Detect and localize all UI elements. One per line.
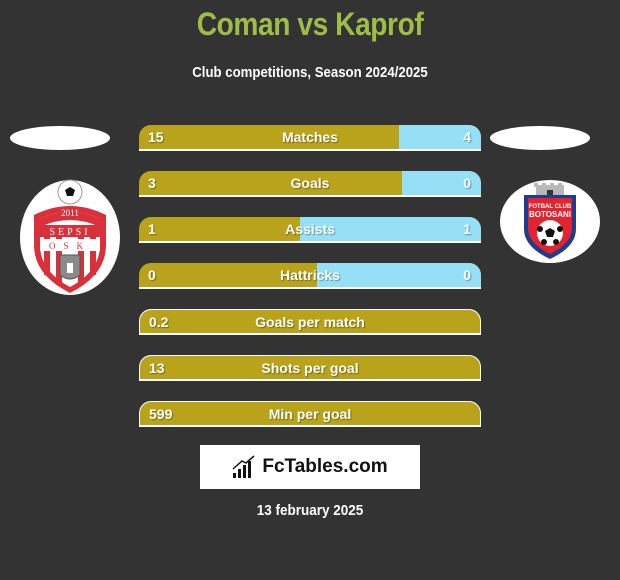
svg-text:2011: 2011: [61, 208, 79, 218]
stat-label: Goals per match: [255, 314, 365, 330]
right-value: 0: [463, 267, 471, 283]
stat-row-goals-per-match: 0.2 Goals per match: [139, 309, 481, 335]
stat-row-shots-per-goal: 13 Shots per goal: [139, 355, 481, 381]
stat-row-matches: 15 Matches 4: [139, 125, 481, 151]
svg-text:SEPSI: SEPSI: [49, 227, 90, 238]
stat-row-goals: 3 Goals 0: [139, 171, 481, 197]
date-label: 13 february 2025: [256, 502, 364, 519]
stat-row-hattricks: 0 Hattricks 0: [139, 263, 481, 289]
svg-text:OSK: OSK: [49, 241, 91, 251]
brand-text: FcTables.com: [262, 456, 388, 477]
stat-row-min-per-goal: 599 Min per goal: [139, 401, 481, 427]
stat-label: Assists: [285, 221, 335, 237]
left-team-logo[interactable]: 2011 SEPSI OSK: [20, 179, 120, 295]
stat-row-assists: 1 Assists 1: [139, 217, 481, 243]
right-value: 4: [463, 129, 471, 145]
sepsi-crest-icon: 2011 SEPSI OSK: [34, 179, 106, 293]
svg-text:BOTOSANI: BOTOSANI: [529, 210, 571, 219]
right-player-oval: [490, 126, 590, 150]
fctables-brand[interactable]: FcTables.com: [200, 445, 420, 489]
stat-label: Matches: [281, 129, 339, 145]
right-team-logo[interactable]: FOTBAL CLUB BOTOSANI: [500, 180, 600, 263]
bar-chart-icon: [232, 455, 255, 478]
stat-label: Shots per goal: [261, 360, 359, 376]
stat-label: Hattricks: [280, 267, 340, 283]
botosani-crest-icon: FOTBAL CLUB BOTOSANI: [524, 182, 576, 259]
stat-label: Min per goal: [268, 406, 352, 422]
right-value: 0: [463, 175, 471, 191]
left-player-oval: [10, 126, 110, 150]
page-subtitle: Club competitions, Season 2024/2025: [192, 64, 428, 81]
right-value: 1: [463, 221, 471, 237]
stat-label: Goals: [290, 175, 330, 191]
page-title: Coman vs Kaprof: [196, 6, 424, 42]
